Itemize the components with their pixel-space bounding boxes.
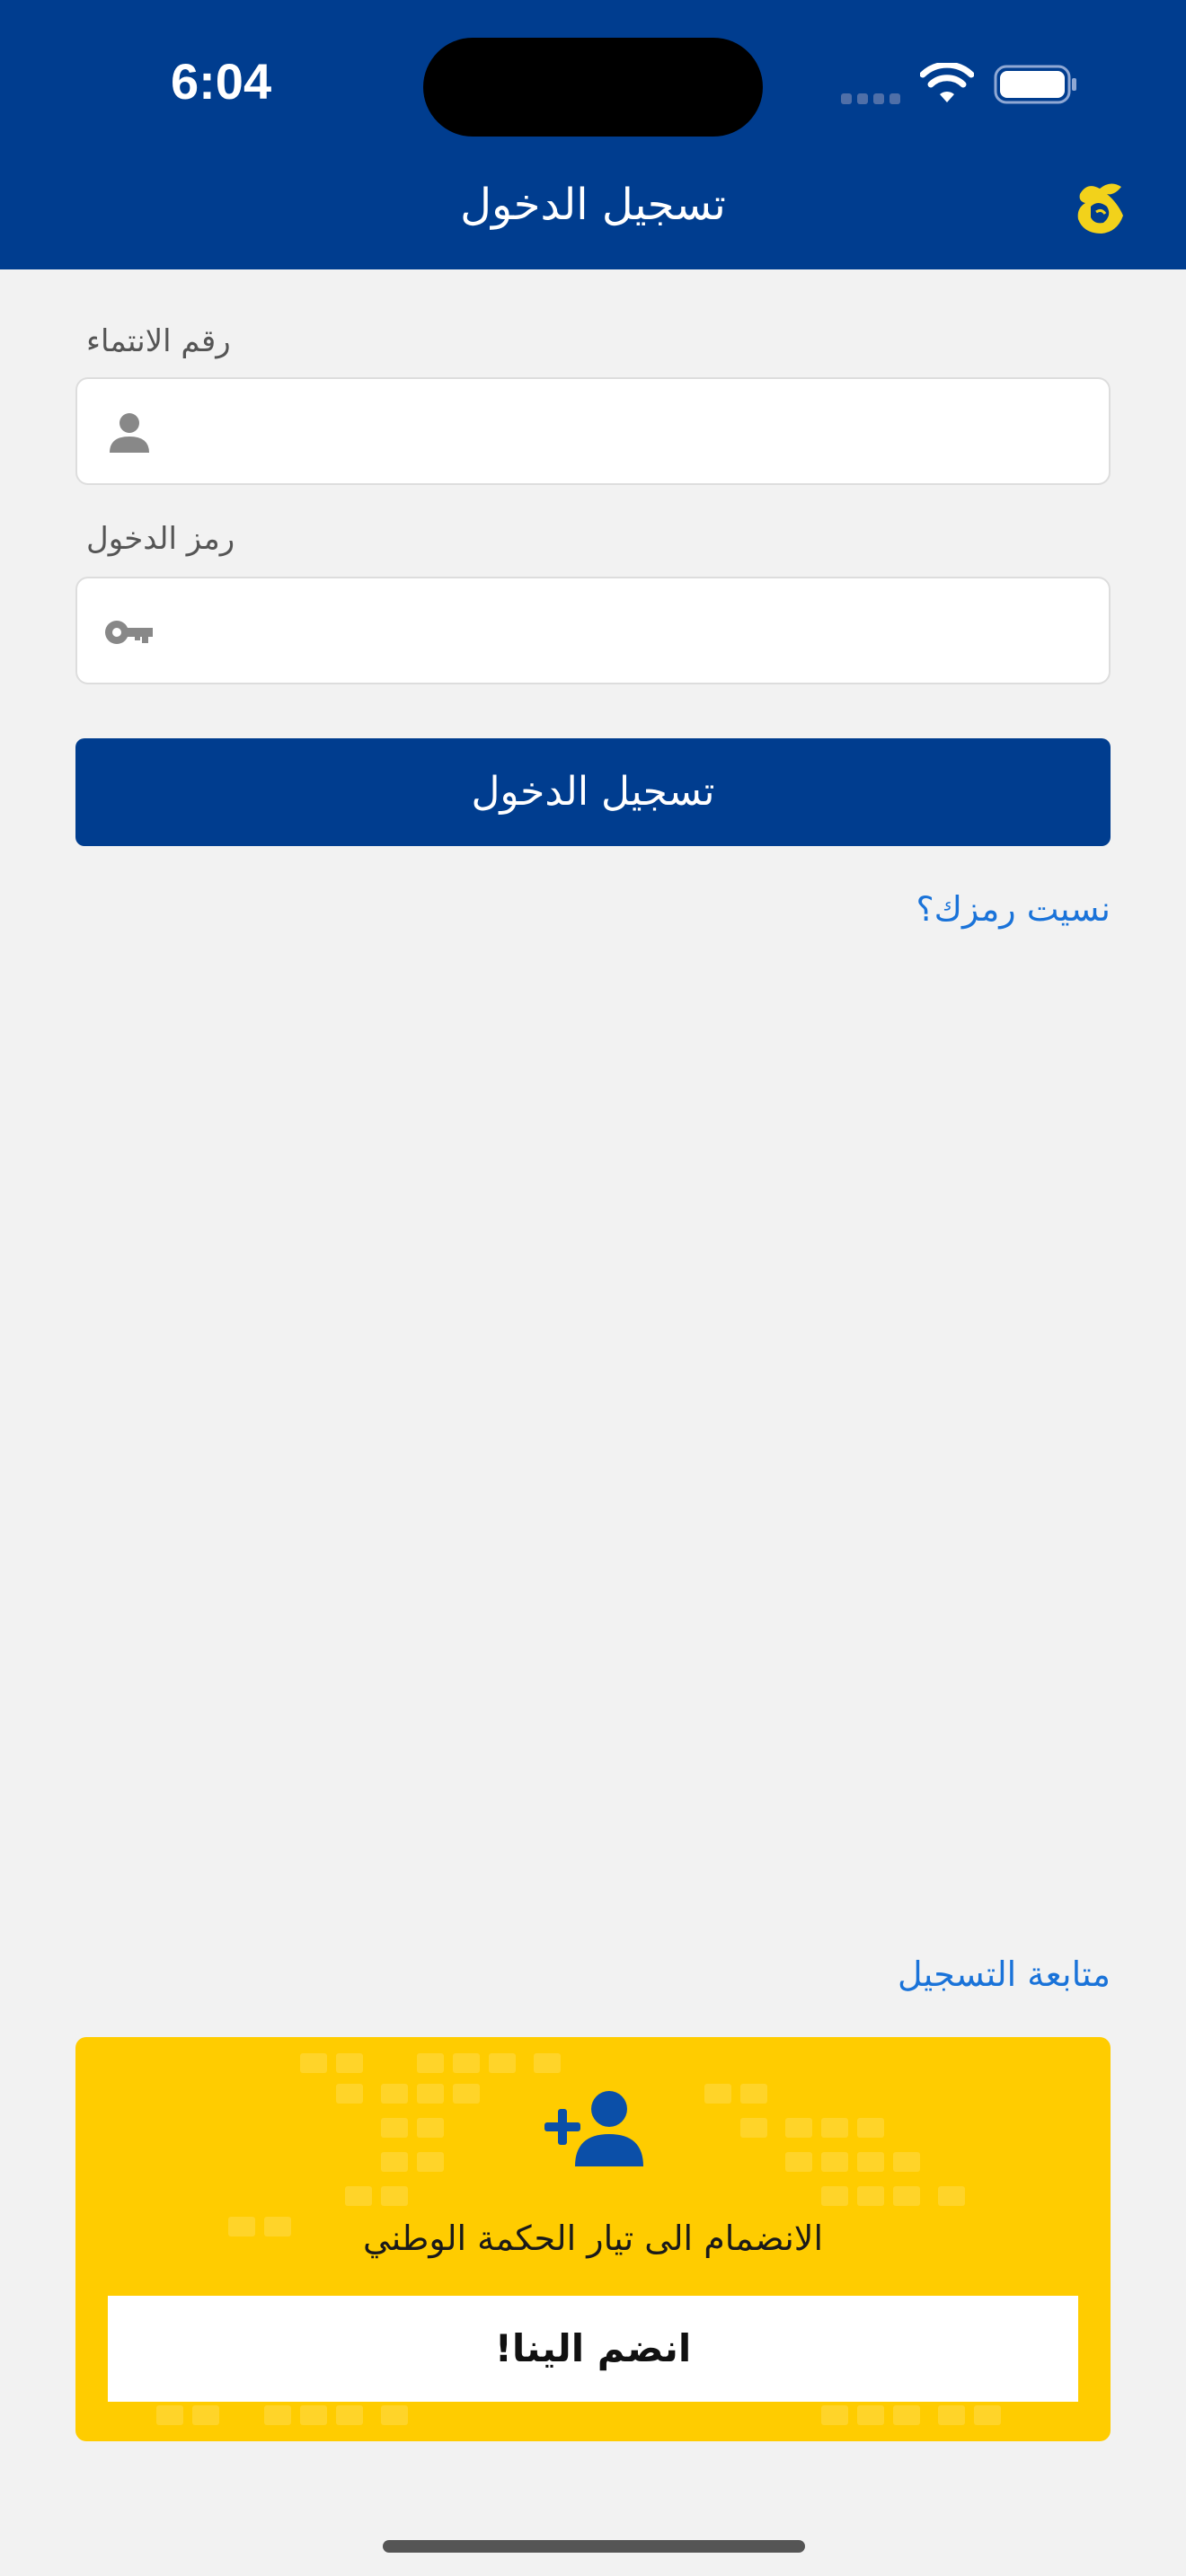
key-icon xyxy=(105,621,153,644)
dynamic-island xyxy=(423,38,763,137)
person-icon xyxy=(110,413,149,453)
login-button[interactable]: تسجيل الدخول xyxy=(75,738,1111,846)
cellular-icon xyxy=(841,93,900,104)
membership-number-input[interactable] xyxy=(176,379,1093,483)
membership-number-field[interactable] xyxy=(75,377,1111,485)
password-field[interactable] xyxy=(75,577,1111,684)
login-screen: 6:04 تسجيل الدخول رقم الانتماء رمز الدخو… xyxy=(0,0,1186,2576)
add-user-icon xyxy=(544,2091,643,2166)
password-input[interactable] xyxy=(176,578,1093,683)
join-us-button[interactable]: انضم الينا! xyxy=(108,2296,1078,2402)
join-card: الانضمام الى تيار الحكمة الوطني انضم الي… xyxy=(75,2037,1111,2441)
password-label: رمز الدخول xyxy=(86,521,235,557)
continue-registration-link[interactable]: متابعة التسجيل xyxy=(751,1954,1111,1994)
join-description: الانضمام الى تيار الحكمة الوطني xyxy=(362,2219,824,2258)
logo-icon xyxy=(1077,183,1123,234)
membership-number-label: رقم الانتماء xyxy=(86,323,231,359)
page-title: تسجيل الدخول xyxy=(460,180,726,230)
home-indicator xyxy=(383,2540,805,2553)
app-header: 6:04 تسجيل الدخول xyxy=(0,0,1186,269)
forgot-password-link[interactable]: نسيت رمزك؟ xyxy=(809,889,1111,929)
battery-icon xyxy=(994,65,1076,104)
status-time: 6:04 xyxy=(171,53,272,110)
wifi-icon xyxy=(920,63,974,102)
